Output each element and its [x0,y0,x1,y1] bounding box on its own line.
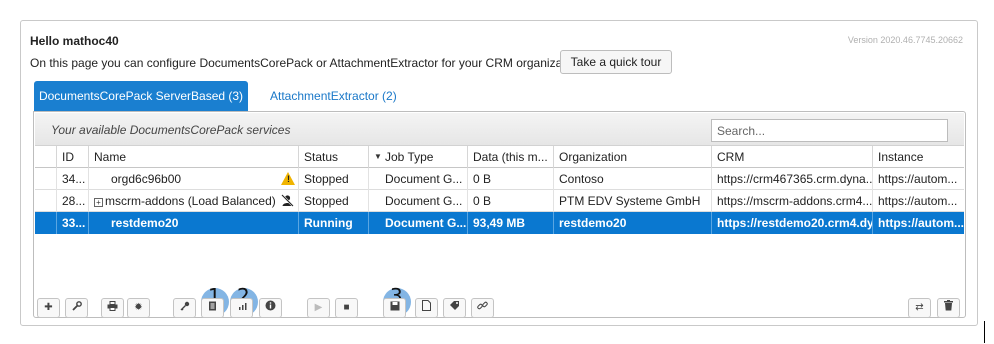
cell-name-text: mscrm-addons (Load Balanced) [105,194,276,208]
tab-documentscorepack[interactable]: DocumentsCorePack ServerBased (3) [34,81,248,111]
cell-data: 0 B [467,168,553,190]
list-icon [208,301,217,313]
quick-tour-button[interactable]: Take a quick tour [560,50,672,74]
column-job-type[interactable]: ▼ Job Type [368,146,467,168]
key-icon [180,301,190,313]
config-button[interactable]: ✹ [127,298,150,318]
cell-id: 33... [56,212,88,234]
cell-status: Running [298,212,368,234]
cell-crm: https://crm467365.crm.dyna... [711,168,872,190]
column-instance[interactable]: Instance [872,146,966,168]
table-row[interactable]: 34... orgd6c96b00 ! Stopped Document G..… [35,168,964,190]
swap-icon: ⇄ [915,302,924,313]
print-icon [107,301,118,313]
tag-button[interactable] [443,298,466,318]
cell-job-type: Document G... [368,168,467,190]
cell-name-text: orgd6c96b00 [111,172,182,186]
cell-name: + mscrm-addons (Load Balanced) [88,190,298,212]
header-select-cell [35,146,56,168]
cell-organization: Contoso [553,168,711,190]
cell-instance: https://autom... [872,168,966,190]
tab-attachmentextractor[interactable]: AttachmentExtractor (2) [270,81,397,111]
row-select-cell[interactable] [35,212,56,234]
cell-organization: restdemo20 [553,212,711,234]
wrench-icon [71,301,82,313]
main-frame: Hello mathoc40 Version 2020.46.7745.2066… [20,20,978,326]
add-button[interactable]: ✚ [37,298,60,318]
cell-job-type: Document G... [368,190,467,212]
intro-text: On this page you can configure Documents… [30,56,585,70]
print-button[interactable] [101,298,124,318]
play-icon: ▶ [314,302,323,313]
save-button[interactable] [383,298,406,318]
cell-id: 34... [56,168,88,190]
cell-data: 0 B [467,190,553,212]
user-disabled-icon [281,190,294,212]
stop-button[interactable]: ■ [335,298,358,318]
table-row-selected[interactable]: 33... restdemo20 Running Document G... 9… [35,212,964,234]
cell-status: Stopped [298,168,368,190]
delete-button[interactable] [937,298,960,318]
version-label: Version 2020.46.7745.20662 [847,35,963,45]
cell-crm: https://mscrm-addons.crm4.... [711,190,872,212]
greeting: Hello mathoc40 [30,34,119,48]
panel-title: Your available DocumentsCorePack service… [51,123,291,137]
warning-mark: ! [287,174,290,184]
cell-crm: https://restdemo20.crm4.dy... [711,212,872,234]
column-data[interactable]: Data (this m... [467,146,553,168]
row-select-cell[interactable] [35,190,56,212]
save-icon [390,301,400,313]
tag-icon [449,301,460,313]
row-select-cell[interactable] [35,168,56,190]
plus-icon: ✚ [44,302,53,313]
stop-icon: ■ [343,302,350,313]
swap-button[interactable]: ⇄ [908,298,931,318]
gear-icon: ✹ [134,302,143,313]
statistics-button[interactable] [230,298,253,318]
cell-name: restdemo20 [88,212,298,234]
cell-instance: https://autom... [872,190,966,212]
key-button[interactable] [173,298,196,318]
info-icon [265,300,276,313]
column-crm[interactable]: CRM [711,146,872,168]
sort-down-icon: ▼ [374,152,382,161]
info-button[interactable] [259,298,282,318]
services-panel: Your available DocumentsCorePack service… [33,111,966,318]
link-icon [477,301,488,313]
link-button[interactable] [471,298,494,318]
document-button[interactable] [415,298,438,318]
start-button[interactable]: ▶ [307,298,330,318]
trash-icon [944,300,953,313]
cell-job-type: Document G... [368,212,467,234]
log-button[interactable] [201,298,224,318]
column-job-type-label: Job Type [385,150,434,164]
cell-name-text: restdemo20 [111,216,179,230]
column-organization[interactable]: Organization [553,146,711,168]
table-row[interactable]: 28... + mscrm-addons (Load Balanced) Stop… [35,190,964,212]
cell-status: Stopped [298,190,368,212]
settings-button[interactable] [65,298,88,318]
panel-header: Your available DocumentsCorePack service… [35,113,964,146]
column-id[interactable]: ID [56,146,88,168]
column-status[interactable]: Status [298,146,368,168]
document-icon [422,300,431,313]
table-header: ID Name Status ▼ Job Type Data (this m...… [35,146,964,168]
bar-chart-icon [237,302,247,313]
text-cursor [984,321,985,343]
cell-data: 93,49 MB [467,212,553,234]
search-input[interactable] [711,119,948,142]
expand-icon[interactable]: + [94,198,103,207]
cell-name: orgd6c96b00 ! [88,168,298,190]
cell-id: 28... [56,190,88,212]
column-name[interactable]: Name [88,146,298,168]
cell-instance: https://autom... [872,212,966,234]
cell-organization: PTM EDV Systeme GmbH [553,190,711,212]
